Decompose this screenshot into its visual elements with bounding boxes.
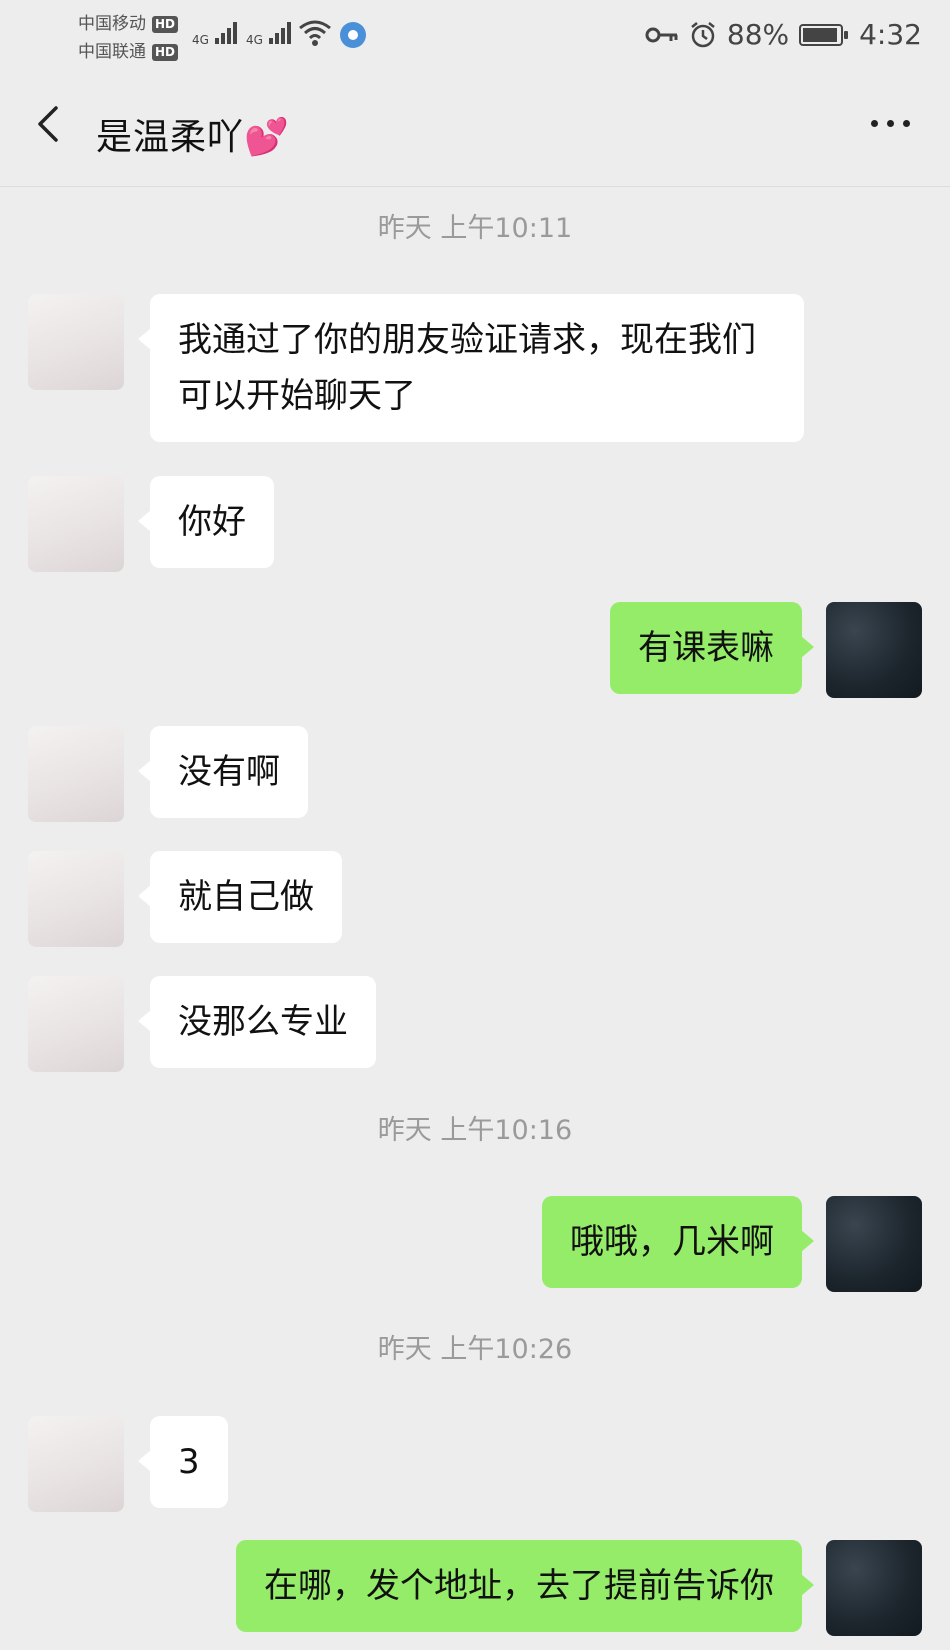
incoming-message[interactable]: 3 xyxy=(138,1416,228,1508)
incoming-message[interactable]: 没那么专业 xyxy=(138,976,376,1068)
outgoing-message[interactable]: 在哪，发个地址，去了提前告诉你 xyxy=(236,1540,814,1632)
contact-avatar[interactable] xyxy=(28,476,124,572)
carrier-2: 中国联通 xyxy=(78,42,146,62)
more-dots-icon[interactable] xyxy=(871,120,910,127)
status-right: 88% 4:32 xyxy=(645,18,922,51)
location-icon xyxy=(340,22,366,48)
carrier-info: 中国移动 HD 中国联通 HD xyxy=(78,10,179,66)
carrier-1: 中国移动 xyxy=(78,14,146,34)
incoming-message[interactable]: 你好 xyxy=(138,476,274,568)
status-bar: 中国移动 HD 中国联通 HD 4G 4G 88% 4:32 xyxy=(0,0,950,70)
contact-avatar[interactable] xyxy=(28,294,124,390)
signal-1: 4G xyxy=(192,20,237,47)
outgoing-message[interactable]: 哦哦，几米啊 xyxy=(542,1196,814,1288)
signal-bars-icon xyxy=(214,20,237,44)
back-chevron-icon[interactable] xyxy=(28,100,68,148)
key-icon xyxy=(645,27,678,42)
incoming-message[interactable]: 就自己做 xyxy=(138,851,342,943)
my-avatar[interactable] xyxy=(826,602,922,698)
timestamp: 昨天 上午10:26 xyxy=(377,1334,573,1365)
my-avatar[interactable] xyxy=(826,1196,922,1292)
contact-avatar[interactable] xyxy=(28,976,124,1072)
contact-avatar[interactable] xyxy=(28,1416,124,1512)
timestamp: 昨天 上午10:11 xyxy=(377,213,573,244)
battery-icon xyxy=(799,23,849,46)
incoming-message[interactable]: 我通过了你的朋友验证请求，现在我们可以开始聊天了 xyxy=(138,294,804,442)
signal-bars-icon xyxy=(268,20,291,44)
chat-title: 是温柔吖💕 xyxy=(96,117,290,158)
network-type-2: 4G xyxy=(246,33,263,47)
wifi-icon xyxy=(299,20,331,46)
contact-avatar[interactable] xyxy=(28,851,124,947)
battery-percent: 88% xyxy=(726,18,790,51)
signal-2: 4G xyxy=(246,20,291,47)
my-avatar[interactable] xyxy=(826,1540,922,1636)
chat-header: 是温柔吖💕 xyxy=(0,70,950,187)
hd-badge-1: HD xyxy=(152,15,179,33)
hd-badge-2: HD xyxy=(152,43,179,61)
alarm-icon xyxy=(691,21,715,47)
incoming-message[interactable]: 没有啊 xyxy=(138,726,308,818)
clock: 4:32 xyxy=(859,18,922,51)
outgoing-message[interactable]: 有课表嘛 xyxy=(610,602,814,694)
network-type-1: 4G xyxy=(192,33,209,47)
contact-avatar[interactable] xyxy=(28,726,124,822)
timestamp: 昨天 上午10:16 xyxy=(377,1115,573,1146)
